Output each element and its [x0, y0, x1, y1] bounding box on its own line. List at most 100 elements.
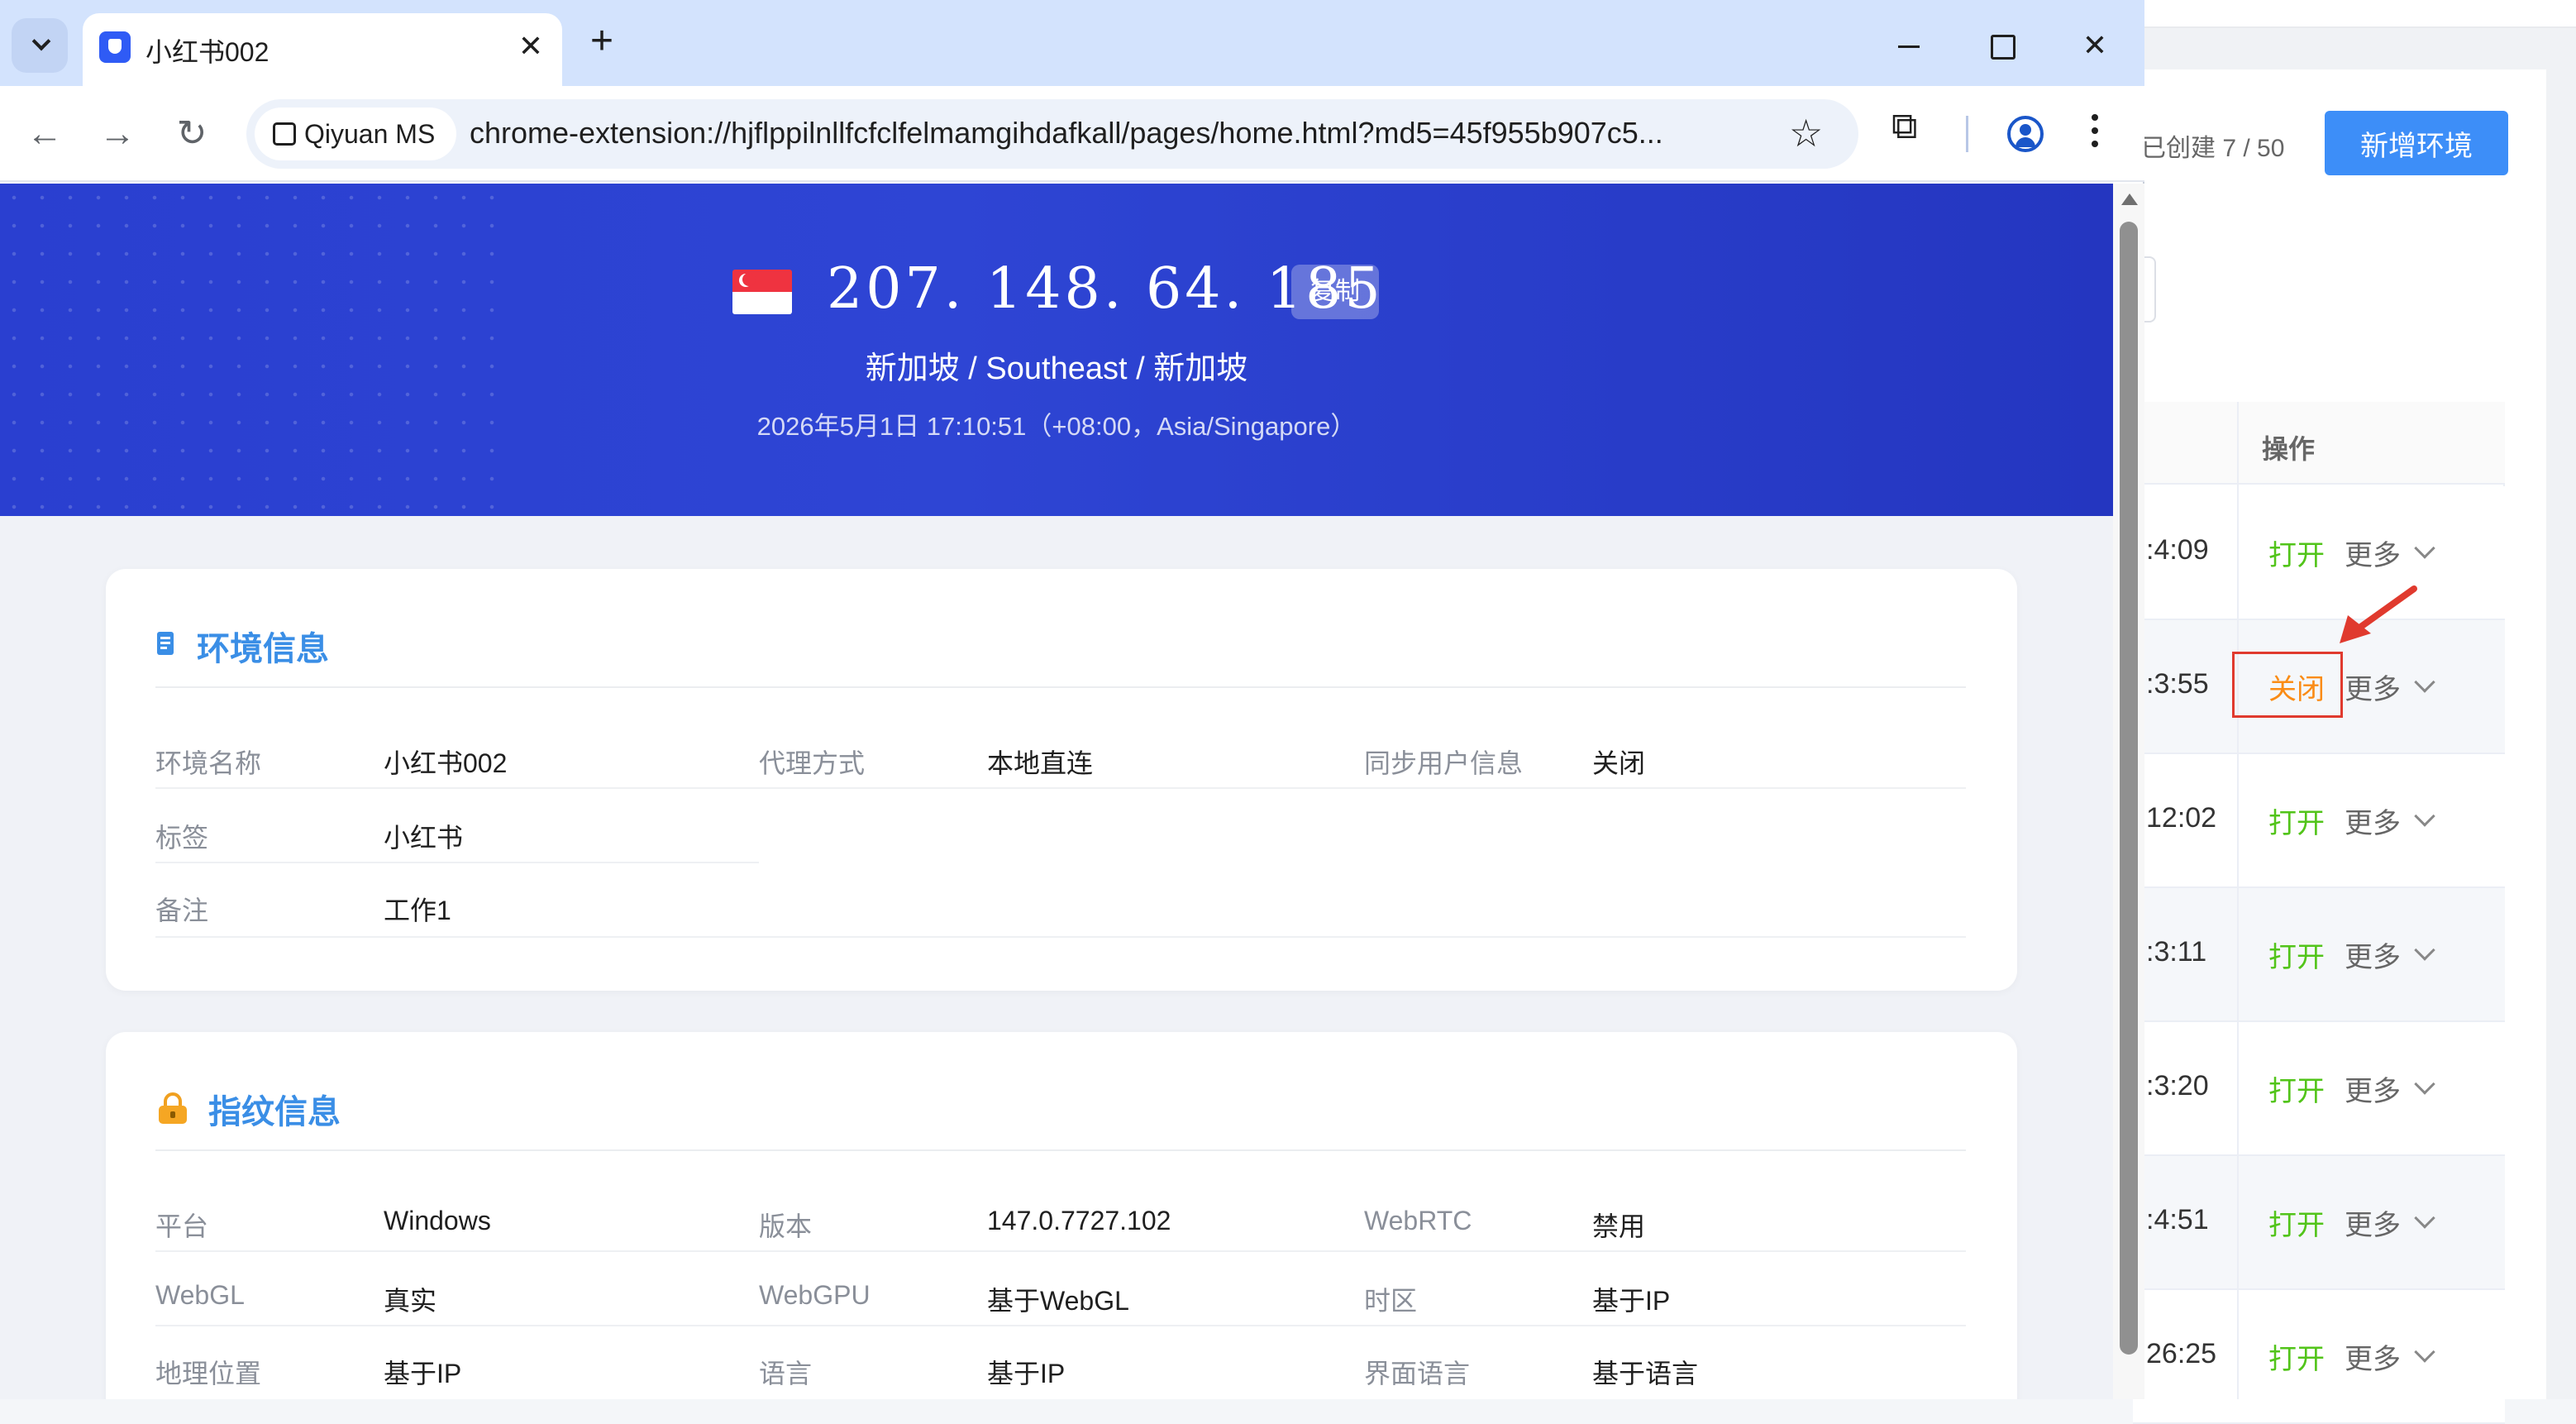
column-separator: [2237, 402, 2239, 1399]
new-tab-plus-icon[interactable]: +: [580, 20, 623, 63]
note-value: 工作1: [384, 896, 451, 925]
site-chip-label: Qiyuan MS: [304, 119, 436, 149]
environment-info-card: 环境信息 环境名称 小红书002 代理方式 本地直连 同步用户信息 关闭 标签 …: [106, 569, 2017, 991]
page-scrollbar[interactable]: [2113, 184, 2144, 1399]
field-label: 标签: [155, 823, 209, 853]
field-label: 平台: [155, 1211, 209, 1241]
sync-user-info-value: 关闭: [1592, 748, 1646, 778]
more-button[interactable]: 更多: [2345, 934, 2401, 975]
created-count: 已创建 7 / 50: [2141, 135, 2285, 162]
open-button[interactable]: 打开: [2268, 1202, 2325, 1243]
row-time: :4:51: [2146, 1204, 2209, 1235]
close-window-icon[interactable]: ✕: [2062, 17, 2128, 74]
more-button[interactable]: 更多: [2345, 1068, 2401, 1109]
open-button[interactable]: 打开: [2268, 533, 2325, 573]
open-button[interactable]: 打开: [2268, 1336, 2325, 1377]
minimize-window-icon[interactable]: [1875, 17, 1941, 74]
more-button[interactable]: 更多: [2345, 800, 2401, 841]
row-time: :3:20: [2146, 1070, 2209, 1101]
field-label: 界面语言: [1364, 1359, 1471, 1388]
back-arrow-icon[interactable]: ←: [18, 108, 71, 160]
bookmark-star-icon[interactable]: ☆: [1789, 111, 1823, 155]
row-time: 12:02: [2146, 802, 2217, 834]
divider: [155, 1149, 1966, 1151]
document-icon: [157, 632, 174, 655]
field-label: 版本: [759, 1211, 813, 1241]
webgpu-value: 基于WebGL: [987, 1286, 1129, 1316]
scroll-up-arrow-icon[interactable]: [2121, 194, 2138, 205]
language-value: 基于IP: [987, 1359, 1066, 1388]
more-button[interactable]: 更多: [2345, 667, 2401, 707]
reload-icon[interactable]: ↻: [165, 108, 218, 160]
scrollbar-thumb[interactable]: [2120, 222, 2138, 1355]
field-label: 语言: [759, 1359, 813, 1388]
field-label: 环境名称: [155, 748, 262, 778]
extensions-puzzle-icon[interactable]: ⧉: [1891, 106, 1917, 147]
open-button[interactable]: 打开: [2268, 934, 2325, 975]
field-label: WebRTC: [1364, 1206, 1472, 1235]
copy-ip-button[interactable]: 复制: [1291, 265, 1379, 319]
more-menu-icon[interactable]: [2092, 111, 2100, 157]
field-label: WebGPU: [759, 1280, 871, 1310]
row-time: :3:11: [2146, 936, 2207, 968]
version-value: 147.0.7727.102: [987, 1206, 1171, 1235]
field-label: WebGL: [155, 1280, 245, 1310]
extension-page-icon: [273, 122, 296, 146]
row-divider: [155, 787, 1966, 789]
site-info-chip[interactable]: Qiyuan MS: [255, 108, 457, 160]
env-name-value: 小红书002: [384, 748, 508, 778]
maximize-window-icon[interactable]: [1968, 17, 2034, 74]
card-title: 环境信息: [197, 631, 329, 667]
ui-language-value: 基于语言: [1592, 1359, 1699, 1388]
proxy-mode-value: 本地直连: [987, 748, 1094, 778]
open-button[interactable]: 打开: [2268, 800, 2325, 841]
tag-value: 小红书: [384, 823, 464, 853]
row-divider: [155, 862, 759, 863]
timezone-value: 基于IP: [1592, 1286, 1671, 1316]
toolbar-divider: [1966, 116, 1968, 152]
add-environment-button[interactable]: 新增环境: [2325, 111, 2508, 175]
webrtc-value: 禁用: [1592, 1211, 1646, 1241]
open-button[interactable]: 打开: [2268, 1068, 2325, 1109]
singapore-flag-icon: [732, 270, 792, 314]
tab-title: 小红书002: [145, 37, 270, 67]
more-button[interactable]: 更多: [2345, 533, 2401, 573]
lock-icon: [159, 1092, 187, 1124]
platform-value: Windows: [384, 1206, 491, 1235]
more-button[interactable]: 更多: [2345, 1202, 2401, 1243]
row-time: 26:25: [2146, 1338, 2217, 1369]
shield-favicon-icon: [99, 31, 131, 63]
row-divider: [155, 936, 1966, 938]
ip-hero-banner: 207. 148. 64. 185 复制 新加坡 / Southeast / 新…: [0, 184, 2113, 516]
ops-column-header: 操作: [2262, 434, 2316, 464]
divider: [155, 686, 1966, 688]
background-top-strip: [2133, 0, 2576, 28]
more-button[interactable]: 更多: [2345, 1336, 2401, 1377]
table-header: [2133, 402, 2505, 485]
ip-location: 新加坡 / Southeast / 新加坡: [865, 351, 1248, 386]
active-tab[interactable]: 小红书002 ✕: [83, 13, 562, 86]
chevron-down-icon: [31, 31, 51, 51]
browser-window: 小红书002 ✕ + ✕ ← → ↻ Qiyuan MS chrome-exte…: [0, 0, 2144, 1399]
field-label: 代理方式: [759, 748, 866, 778]
profile-avatar-icon[interactable]: [2007, 116, 2044, 152]
forward-arrow-icon[interactable]: →: [91, 108, 144, 160]
url-text[interactable]: chrome-extension://hjflppilnllfcfclfelma…: [470, 116, 1663, 151]
row-divider: [155, 1325, 1966, 1326]
fingerprint-info-card: 指纹信息 平台 Windows 版本 147.0.7727.102 WebRTC…: [106, 1032, 2017, 1399]
field-label: 同步用户信息: [1364, 748, 1524, 778]
row-time: :3:55: [2146, 668, 2209, 700]
field-label: 备注: [155, 896, 209, 925]
local-datetime: 2026年5月1日 17:10:51（+08:00，Asia/Singapore…: [756, 412, 1357, 441]
webgl-value: 真实: [384, 1286, 437, 1316]
tab-strip: 小红书002 ✕ + ✕: [0, 0, 2144, 86]
card-title: 指纹信息: [208, 1094, 341, 1130]
annotation-arrow-icon: [2340, 585, 2417, 643]
tab-close-icon[interactable]: ✕: [513, 28, 549, 65]
extension-page: 207. 148. 64. 185 复制 新加坡 / Southeast / 新…: [0, 184, 2113, 1399]
row-time: :4:09: [2146, 534, 2209, 566]
row-divider: [155, 1250, 1966, 1252]
address-bar[interactable]: Qiyuan MS chrome-extension://hjflppilnll…: [246, 99, 1858, 169]
field-label: 地理位置: [155, 1359, 262, 1388]
tab-search-button[interactable]: [12, 18, 68, 73]
